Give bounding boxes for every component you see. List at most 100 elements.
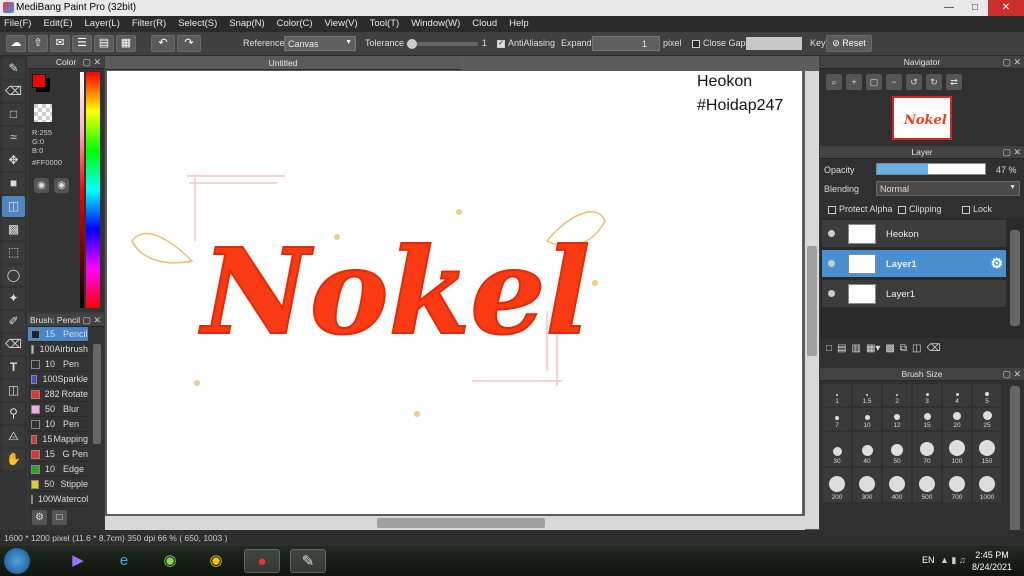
fg-color-swatch[interactable] <box>32 74 46 88</box>
brush-size-option[interactable]: 200 <box>823 468 851 502</box>
layer-row-layer1-selected[interactable]: Layer1 ⚙ <box>822 250 1006 278</box>
brush-size-option[interactable]: 400 <box>883 468 911 502</box>
menu-cloud[interactable]: Cloud <box>472 16 503 32</box>
visibility-icon[interactable] <box>828 230 835 237</box>
shape-fill-tool-icon[interactable]: ■ <box>2 173 25 194</box>
close-button[interactable]: ✕ <box>988 0 1024 16</box>
brush-size-option[interactable]: 5 <box>973 384 1001 406</box>
panel-icons[interactable]: ▢ ✕ <box>82 56 101 69</box>
brush-item[interactable]: 100 Sparkle <box>28 372 88 387</box>
panel-icons[interactable]: ▢ ✕ <box>82 314 101 327</box>
brush-size-scrollbar[interactable] <box>1010 386 1020 536</box>
visibility-icon[interactable] <box>828 260 835 267</box>
folder-icon[interactable]: ▩ <box>885 343 894 354</box>
blending-select[interactable]: Normal ▼ <box>876 181 1020 196</box>
share-icon[interactable]: ⇧ <box>28 35 48 52</box>
visibility-icon[interactable] <box>828 290 835 297</box>
select-eraser-tool-icon[interactable]: ⌫ <box>2 334 25 355</box>
layer-list-scrollbar[interactable] <box>1010 230 1020 326</box>
comment-icon[interactable]: ✉ <box>50 35 70 52</box>
menu-view[interactable]: View(V) <box>325 16 364 32</box>
internet-explorer-icon[interactable]: e <box>106 549 142 573</box>
minimize-button[interactable]: — <box>936 0 962 16</box>
new-halftone-layer-icon[interactable]: ▤ <box>837 343 846 354</box>
menu-window[interactable]: Window(W) <box>411 16 466 32</box>
brush-item[interactable]: 10 Edge <box>28 462 88 477</box>
eyedropper-tool-icon[interactable]: ⚲ <box>2 403 25 424</box>
reset-button[interactable]: ⊘ Reset <box>826 35 872 52</box>
vertical-scroll-thumb[interactable] <box>807 246 817 356</box>
close-gaps-checkbox[interactable]: Close Gaps <box>692 38 750 48</box>
brush-size-option[interactable]: 30 <box>823 432 851 466</box>
rotate-left-icon[interactable]: ↺ <box>906 74 922 90</box>
tolerance-slider-handle[interactable] <box>407 39 417 49</box>
brush-size-option[interactable]: 500 <box>913 468 941 502</box>
brush-size-option[interactable]: 700 <box>943 468 971 502</box>
panel-icons[interactable]: ▢ ✕ <box>1002 56 1021 69</box>
brush-size-option[interactable]: 100 <box>943 432 971 466</box>
brush-size-option[interactable]: 1.5 <box>853 384 881 406</box>
lasso-tool-icon[interactable]: ◯ <box>2 265 25 286</box>
menu-tool[interactable]: Tool(T) <box>370 16 406 32</box>
brush-size-option[interactable]: 50 <box>883 432 911 466</box>
menu-select[interactable]: Select(S) <box>178 16 223 32</box>
coc-coc-browser-icon[interactable]: ◉ <box>152 549 188 573</box>
text-tool-icon[interactable]: T <box>2 357 25 378</box>
brush-size-option[interactable]: 25 <box>973 408 1001 430</box>
brush-item[interactable]: 10 Pen <box>28 357 88 372</box>
brush-tool-icon[interactable]: ✎ <box>2 58 25 79</box>
flip-icon[interactable]: ⇄ <box>946 74 962 90</box>
new-brush-icon[interactable]: □ <box>52 510 67 525</box>
brush-item[interactable]: 15 Pencil <box>28 327 88 342</box>
transparent-swatch[interactable] <box>34 104 52 122</box>
brush-size-option[interactable]: 4 <box>943 384 971 406</box>
brush-item[interactable]: 10 Pen <box>28 417 88 432</box>
tolerance-slider[interactable] <box>406 39 478 49</box>
brush-item[interactable]: 100Watercolor <box>28 492 88 507</box>
gradient-tool-icon[interactable]: ▩ <box>2 219 25 240</box>
palette-icon[interactable]: ◉ <box>34 178 49 193</box>
protect-alpha-checkbox[interactable]: Protect Alpha <box>828 204 893 214</box>
brush-size-option[interactable]: 2 <box>883 384 911 406</box>
paint-taskbar-icon[interactable]: ✎ <box>290 549 326 573</box>
brush-item[interactable]: 15 Mapping <box>28 432 88 447</box>
hand-tool-icon[interactable]: ✋ <box>2 449 25 470</box>
brush-item[interactable]: 100 Airbrush <box>28 342 88 357</box>
gear-icon[interactable]: ⚙ <box>990 255 1003 272</box>
language-indicator[interactable]: EN <box>922 555 935 565</box>
brush-item[interactable]: 282 Rotate <box>28 387 88 402</box>
horizontal-scrollbar[interactable] <box>105 516 805 530</box>
brush-size-option[interactable]: 40 <box>853 432 881 466</box>
dot-tool-icon[interactable]: □ <box>2 104 25 125</box>
menu-snap[interactable]: Snap(N) <box>229 16 270 32</box>
document-tab[interactable]: Untitled <box>105 56 461 70</box>
divide-tool-icon[interactable]: ⨺ <box>2 426 25 447</box>
brush-size-option[interactable]: 150 <box>973 432 1001 466</box>
color-picker-icon[interactable]: ◉ <box>54 178 69 193</box>
brush-size-option[interactable]: 1 <box>823 384 851 406</box>
merge-layer-icon[interactable]: ◫ <box>912 343 921 354</box>
menu-edit[interactable]: Edit(E) <box>43 16 78 32</box>
brush-size-option[interactable]: 10 <box>853 408 881 430</box>
zoom-in-icon[interactable]: + <box>846 74 862 90</box>
brush-item[interactable]: 50 Blur <box>28 402 88 417</box>
clock[interactable]: 2:45 PM 8/24/2021 <box>964 549 1020 573</box>
brush-size-option[interactable]: 15 <box>913 408 941 430</box>
close-gaps-slider[interactable] <box>746 37 802 50</box>
add-layer-dropdown-icon[interactable]: ▦▾ <box>866 343 880 354</box>
cloud-icon[interactable]: ☁ <box>6 35 26 52</box>
redo-button[interactable]: ↷ <box>177 35 201 52</box>
horizontal-scroll-thumb[interactable] <box>377 518 545 528</box>
tray-icons[interactable]: ▲ ▮ ♫ <box>940 555 966 566</box>
eraser-tool-icon[interactable]: ⌫ <box>2 81 25 102</box>
navigator-thumbnail[interactable]: Nokel <box>892 96 952 140</box>
magic-wand-tool-icon[interactable]: ✦ <box>2 288 25 309</box>
maximize-button[interactable]: □ <box>962 0 988 16</box>
drawing-canvas[interactable]: Heokon #Hoidap247 Nokel <box>107 71 802 514</box>
antialiasing-checkbox[interactable]: ✓ AntiAliasing <box>497 38 555 48</box>
opacity-slider[interactable] <box>876 163 986 175</box>
brush-size-option[interactable]: 20 <box>943 408 971 430</box>
menu-color[interactable]: Color(C) <box>277 16 319 32</box>
new-1bit-layer-icon[interactable]: ▥ <box>852 343 861 354</box>
bucket-tool-icon[interactable]: ◫ <box>2 196 25 217</box>
